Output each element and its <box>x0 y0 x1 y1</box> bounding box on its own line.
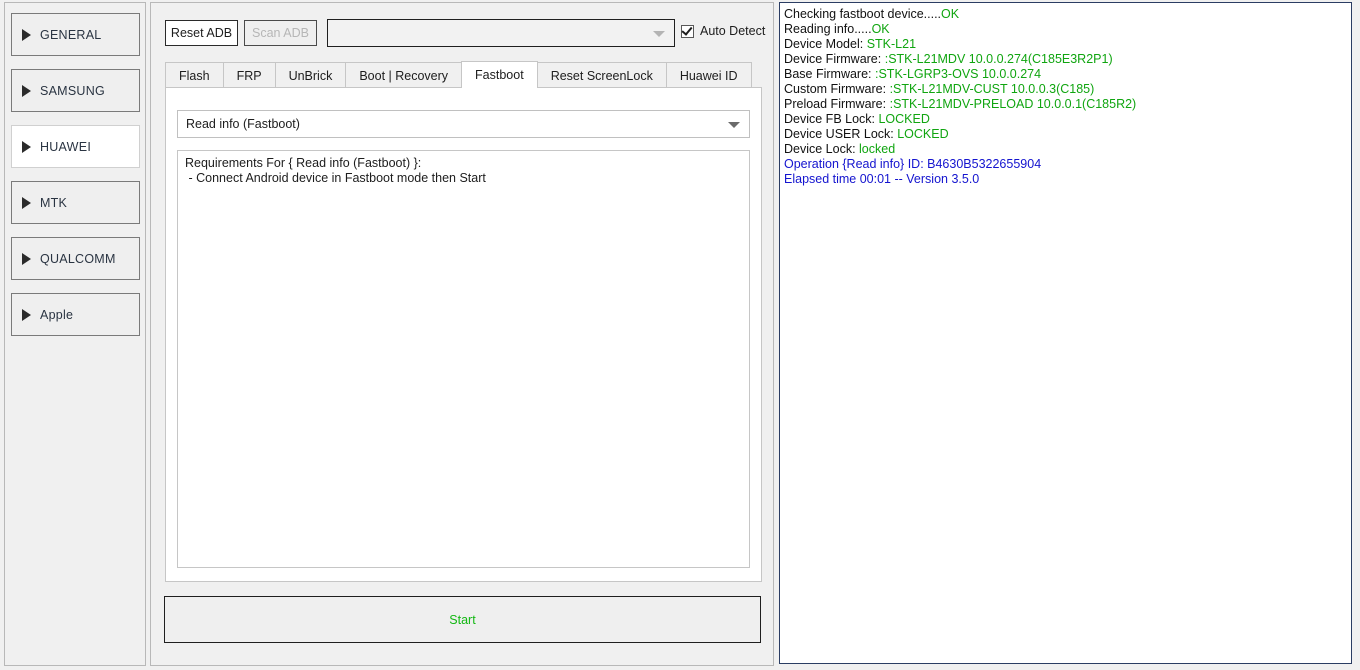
start-button-label: Start <box>449 613 475 627</box>
tab-unbrick[interactable]: UnBrick <box>275 62 347 88</box>
scan-adb-label: Scan ADB <box>252 26 309 40</box>
log-line-label: Preload Firmware: <box>784 97 890 111</box>
chevron-right-icon <box>22 309 31 321</box>
log-output-panel[interactable]: Checking fastboot device.....OKReading i… <box>779 2 1352 664</box>
chevron-down-icon <box>728 122 740 128</box>
tab-boot-recovery[interactable]: Boot | Recovery <box>345 62 462 88</box>
log-line-value: :STK-L21MDV-PRELOAD 10.0.0.1(C185R2) <box>890 97 1137 111</box>
sidebar-item-label: GENERAL <box>40 28 102 42</box>
log-line: Reading info.....OK <box>784 22 1351 37</box>
chevron-right-icon <box>22 29 31 41</box>
log-line: Elapsed time 00:01 -- Version 3.5.0 <box>784 172 1351 187</box>
tab-label: Fastboot <box>475 68 524 82</box>
log-line-value: OK <box>872 22 890 36</box>
tab-panel-fastboot: Read info (Fastboot) Requirements For { … <box>165 87 762 582</box>
log-line: Custom Firmware: :STK-L21MDV-CUST 10.0.0… <box>784 82 1351 97</box>
sidebar-item-label: MTK <box>40 196 67 210</box>
sidebar-item-huawei[interactable]: HUAWEI <box>11 125 140 168</box>
log-line-value: STK-L21 <box>867 37 916 51</box>
tab-label: Flash <box>179 69 210 83</box>
log-line-value: :STK-L21MDV 10.0.0.274(C185E3R2P1) <box>885 52 1113 66</box>
tab-label: Huawei ID <box>680 69 738 83</box>
tab-reset-screenlock[interactable]: Reset ScreenLock <box>537 62 667 88</box>
log-line: Operation {Read info} ID: B4630B53226559… <box>784 157 1351 172</box>
log-line-label: Custom Firmware: <box>784 82 890 96</box>
sidebar-item-mtk[interactable]: MTK <box>11 181 140 224</box>
sidebar-item-label: Apple <box>40 308 73 322</box>
log-line: Preload Firmware: :STK-L21MDV-PRELOAD 10… <box>784 97 1351 112</box>
reset-adb-label: Reset ADB <box>171 26 232 40</box>
sidebar-item-samsung[interactable]: SAMSUNG <box>11 69 140 112</box>
chevron-right-icon <box>22 85 31 97</box>
chevron-down-icon <box>653 31 665 37</box>
tab-label: Boot | Recovery <box>359 69 448 83</box>
scan-adb-button[interactable]: Scan ADB <box>244 20 317 46</box>
chevron-right-icon <box>22 253 31 265</box>
log-line-label: Reading info..... <box>784 22 872 36</box>
log-line: Base Firmware: :STK-LGRP3-OVS 10.0.0.274 <box>784 67 1351 82</box>
log-line-label: Operation {Read info} ID: B4630B53226559… <box>784 157 1041 171</box>
tab-huawei-id[interactable]: Huawei ID <box>666 62 752 88</box>
log-line-label: Elapsed time 00:01 -- Version 3.5.0 <box>784 172 979 186</box>
log-line-value: OK <box>941 7 959 21</box>
sidebar-item-qualcomm[interactable]: QUALCOMM <box>11 237 140 280</box>
operation-select-value: Read info (Fastboot) <box>186 117 300 131</box>
tab-label: FRP <box>237 69 262 83</box>
sidebar-item-label: HUAWEI <box>40 140 91 154</box>
log-line-label: Device Lock: <box>784 142 859 156</box>
center-panel: Reset ADB Scan ADB Auto Detect Flash FRP U… <box>150 2 774 666</box>
log-line-label: Checking fastboot device..... <box>784 7 941 21</box>
check-icon <box>681 24 692 36</box>
log-line-label: Device FB Lock: <box>784 112 878 126</box>
chevron-right-icon <box>22 141 31 153</box>
tab-flash[interactable]: Flash <box>165 62 224 88</box>
reset-adb-button[interactable]: Reset ADB <box>165 20 238 46</box>
chevron-right-icon <box>22 197 31 209</box>
log-line-label: Base Firmware: <box>784 67 875 81</box>
tab-fastboot[interactable]: Fastboot <box>461 61 538 88</box>
log-line-value: locked <box>859 142 895 156</box>
operation-select[interactable]: Read info (Fastboot) <box>177 110 750 138</box>
log-line-label: Device Firmware: <box>784 52 885 66</box>
device-select[interactable] <box>327 19 675 47</box>
tab-label: UnBrick <box>289 69 333 83</box>
start-button[interactable]: Start <box>164 596 761 643</box>
tab-frp[interactable]: FRP <box>223 62 276 88</box>
log-line: Device USER Lock: LOCKED <box>784 127 1351 142</box>
log-line: Device Lock: locked <box>784 142 1351 157</box>
log-line: Device Model: STK-L21 <box>784 37 1351 52</box>
auto-detect-label: Auto Detect <box>700 24 765 38</box>
log-line: Device FB Lock: LOCKED <box>784 112 1351 127</box>
sidebar-item-apple[interactable]: Apple <box>11 293 140 336</box>
sidebar-item-label: SAMSUNG <box>40 84 105 98</box>
application-window: GENERAL SAMSUNG HUAWEI MTK QUALCOMM Apple Res… <box>0 0 1360 670</box>
log-line-label: Device USER Lock: <box>784 127 897 141</box>
auto-detect-checkbox[interactable]: Auto Detect <box>681 24 765 38</box>
log-line: Device Firmware: :STK-L21MDV 10.0.0.274(… <box>784 52 1351 67</box>
tab-strip: Flash FRP UnBrick Boot | Recovery Fastboot Re… <box>165 61 762 88</box>
sidebar-item-general[interactable]: GENERAL <box>11 13 140 56</box>
tab-label: Reset ScreenLock <box>551 69 653 83</box>
requirements-line: Requirements For { Read info (Fastboot) … <box>185 156 742 171</box>
log-line-value: LOCKED <box>878 112 929 126</box>
sidebar: GENERAL SAMSUNG HUAWEI MTK QUALCOMM Apple <box>4 2 146 666</box>
sidebar-item-label: QUALCOMM <box>40 252 116 266</box>
log-line-value: :STK-LGRP3-OVS 10.0.0.274 <box>875 67 1041 81</box>
requirements-textbox[interactable]: Requirements For { Read info (Fastboot) … <box>177 150 750 568</box>
requirements-line: - Connect Android device in Fastboot mod… <box>185 171 742 186</box>
checkbox-box <box>681 25 694 38</box>
log-line: Checking fastboot device.....OK <box>784 7 1351 22</box>
log-line-value: LOCKED <box>897 127 948 141</box>
log-line-label: Device Model: <box>784 37 867 51</box>
log-line-value: :STK-L21MDV-CUST 10.0.0.3(C185) <box>890 82 1095 96</box>
